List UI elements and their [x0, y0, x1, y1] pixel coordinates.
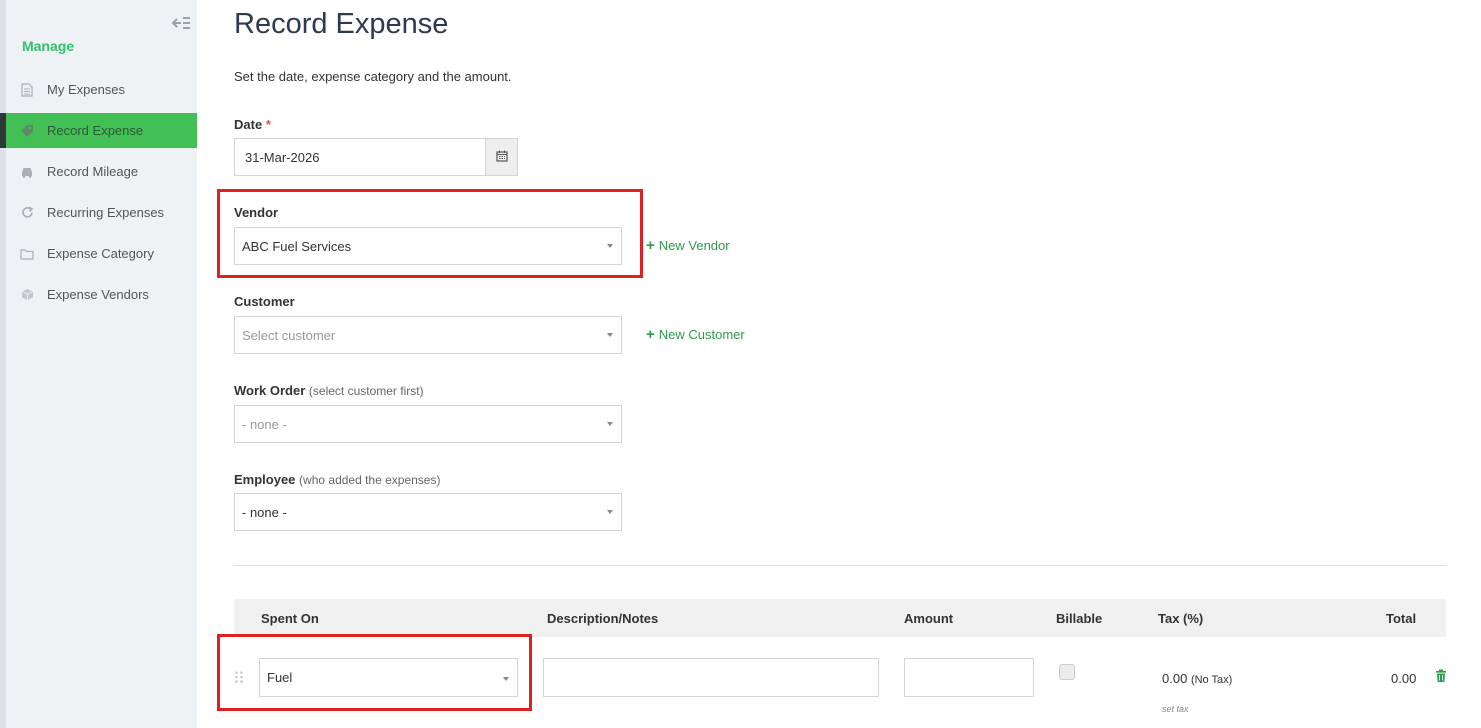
- customer-select[interactable]: Select customer: [234, 316, 622, 354]
- sidebar-item-label: Record Expense: [47, 123, 144, 138]
- chevron-down-icon: [607, 244, 613, 248]
- employee-select-value: - none -: [242, 504, 287, 520]
- sidebar-item-expense-category[interactable]: Expense Category: [6, 233, 197, 274]
- amount-input[interactable]: [904, 658, 1034, 697]
- new-customer-link[interactable]: + New Customer: [646, 326, 745, 343]
- trash-icon[interactable]: [1435, 669, 1447, 683]
- sidebar-heading: Manage: [22, 38, 75, 54]
- sidebar-item-my-expenses[interactable]: My Expenses: [6, 69, 197, 110]
- spent-on-value: Fuel: [267, 670, 293, 685]
- employee-select[interactable]: - none -: [234, 493, 622, 531]
- sidebar: Manage My Expenses Record Expense Record…: [0, 0, 197, 728]
- set-tax-link[interactable]: set tax: [1162, 704, 1189, 714]
- header-billable: Billable: [1056, 611, 1103, 626]
- header-spent-on: Spent On: [261, 611, 319, 626]
- sidebar-item-recurring-expenses[interactable]: Recurring Expenses: [6, 192, 197, 233]
- collapse-sidebar-icon[interactable]: [171, 14, 191, 32]
- vendor-select[interactable]: ABC Fuel Services: [234, 227, 622, 265]
- sidebar-item-record-mileage[interactable]: Record Mileage: [6, 151, 197, 192]
- vendor-label: Vendor: [234, 205, 279, 220]
- tag-icon: [20, 124, 34, 138]
- plus-icon: +: [646, 326, 655, 343]
- plus-icon: +: [646, 237, 655, 254]
- description-input[interactable]: [543, 658, 879, 697]
- work-order-select[interactable]: - none -: [234, 405, 622, 443]
- sidebar-item-label: Expense Category: [47, 246, 154, 261]
- sidebar-nav: My Expenses Record Expense Record Mileag…: [0, 69, 197, 315]
- employee-label-text: Employee: [234, 472, 296, 487]
- calendar-icon: [495, 150, 508, 165]
- car-icon: [20, 165, 34, 179]
- sidebar-item-label: Expense Vendors: [47, 287, 149, 302]
- date-input[interactable]: [235, 139, 485, 175]
- chevron-down-icon: [607, 422, 613, 426]
- calendar-button[interactable]: [485, 139, 517, 175]
- new-vendor-link[interactable]: + New Vendor: [646, 237, 730, 254]
- drag-handle-icon[interactable]: [234, 670, 244, 684]
- header-total: Total: [1386, 611, 1417, 626]
- header-description: Description/Notes: [547, 611, 659, 626]
- required-mark: *: [265, 117, 271, 132]
- date-field: [234, 138, 518, 176]
- sidebar-item-record-expense[interactable]: Record Expense: [0, 113, 197, 148]
- sidebar-item-label: My Expenses: [47, 82, 126, 97]
- document-icon: [20, 82, 34, 97]
- chevron-down-icon: [503, 677, 509, 681]
- refresh-icon: [20, 206, 34, 220]
- work-order-hint: (select customer first): [308, 384, 424, 398]
- tax-amount: 0.00: [1162, 671, 1188, 686]
- work-order-label: Work Order (select customer first): [234, 383, 424, 398]
- section-divider: [234, 565, 1446, 566]
- header-amount: Amount: [904, 611, 954, 626]
- new-customer-label: New Customer: [658, 327, 745, 342]
- tax-note: (No Tax): [1190, 674, 1233, 686]
- billable-checkbox[interactable]: [1059, 664, 1075, 680]
- employee-label: Employee (who added the expenses): [234, 472, 440, 487]
- sidebar-item-label: Recurring Expenses: [47, 205, 165, 220]
- folder-icon: [20, 247, 34, 261]
- new-vendor-label: New Vendor: [658, 238, 730, 253]
- page-subtitle: Set the date, expense category and the a…: [234, 69, 512, 84]
- header-tax: Tax (%): [1158, 611, 1204, 626]
- chevron-down-icon: [607, 333, 613, 337]
- customer-label: Customer: [234, 294, 295, 309]
- spent-on-select[interactable]: Fuel: [259, 658, 518, 697]
- date-label: Date *: [234, 117, 271, 132]
- work-order-label-text: Work Order: [234, 383, 306, 398]
- expense-table-header: Spent On Description/Notes Amount Billab…: [234, 599, 1446, 637]
- chevron-down-icon: [607, 510, 613, 514]
- box-icon: [20, 288, 34, 302]
- page-title: Record Expense: [234, 8, 449, 40]
- sidebar-item-label: Record Mileage: [47, 164, 139, 179]
- work-order-select-value: - none -: [242, 416, 287, 432]
- sidebar-item-expense-vendors[interactable]: Expense Vendors: [6, 274, 197, 315]
- tax-value: 0.00 (No Tax): [1162, 671, 1232, 686]
- customer-select-placeholder: Select customer: [242, 327, 336, 343]
- vendor-select-value: ABC Fuel Services: [242, 238, 352, 254]
- line-total: 0.00: [1391, 671, 1417, 686]
- date-label-text: Date: [234, 117, 263, 132]
- employee-hint: (who added the expenses): [299, 473, 441, 487]
